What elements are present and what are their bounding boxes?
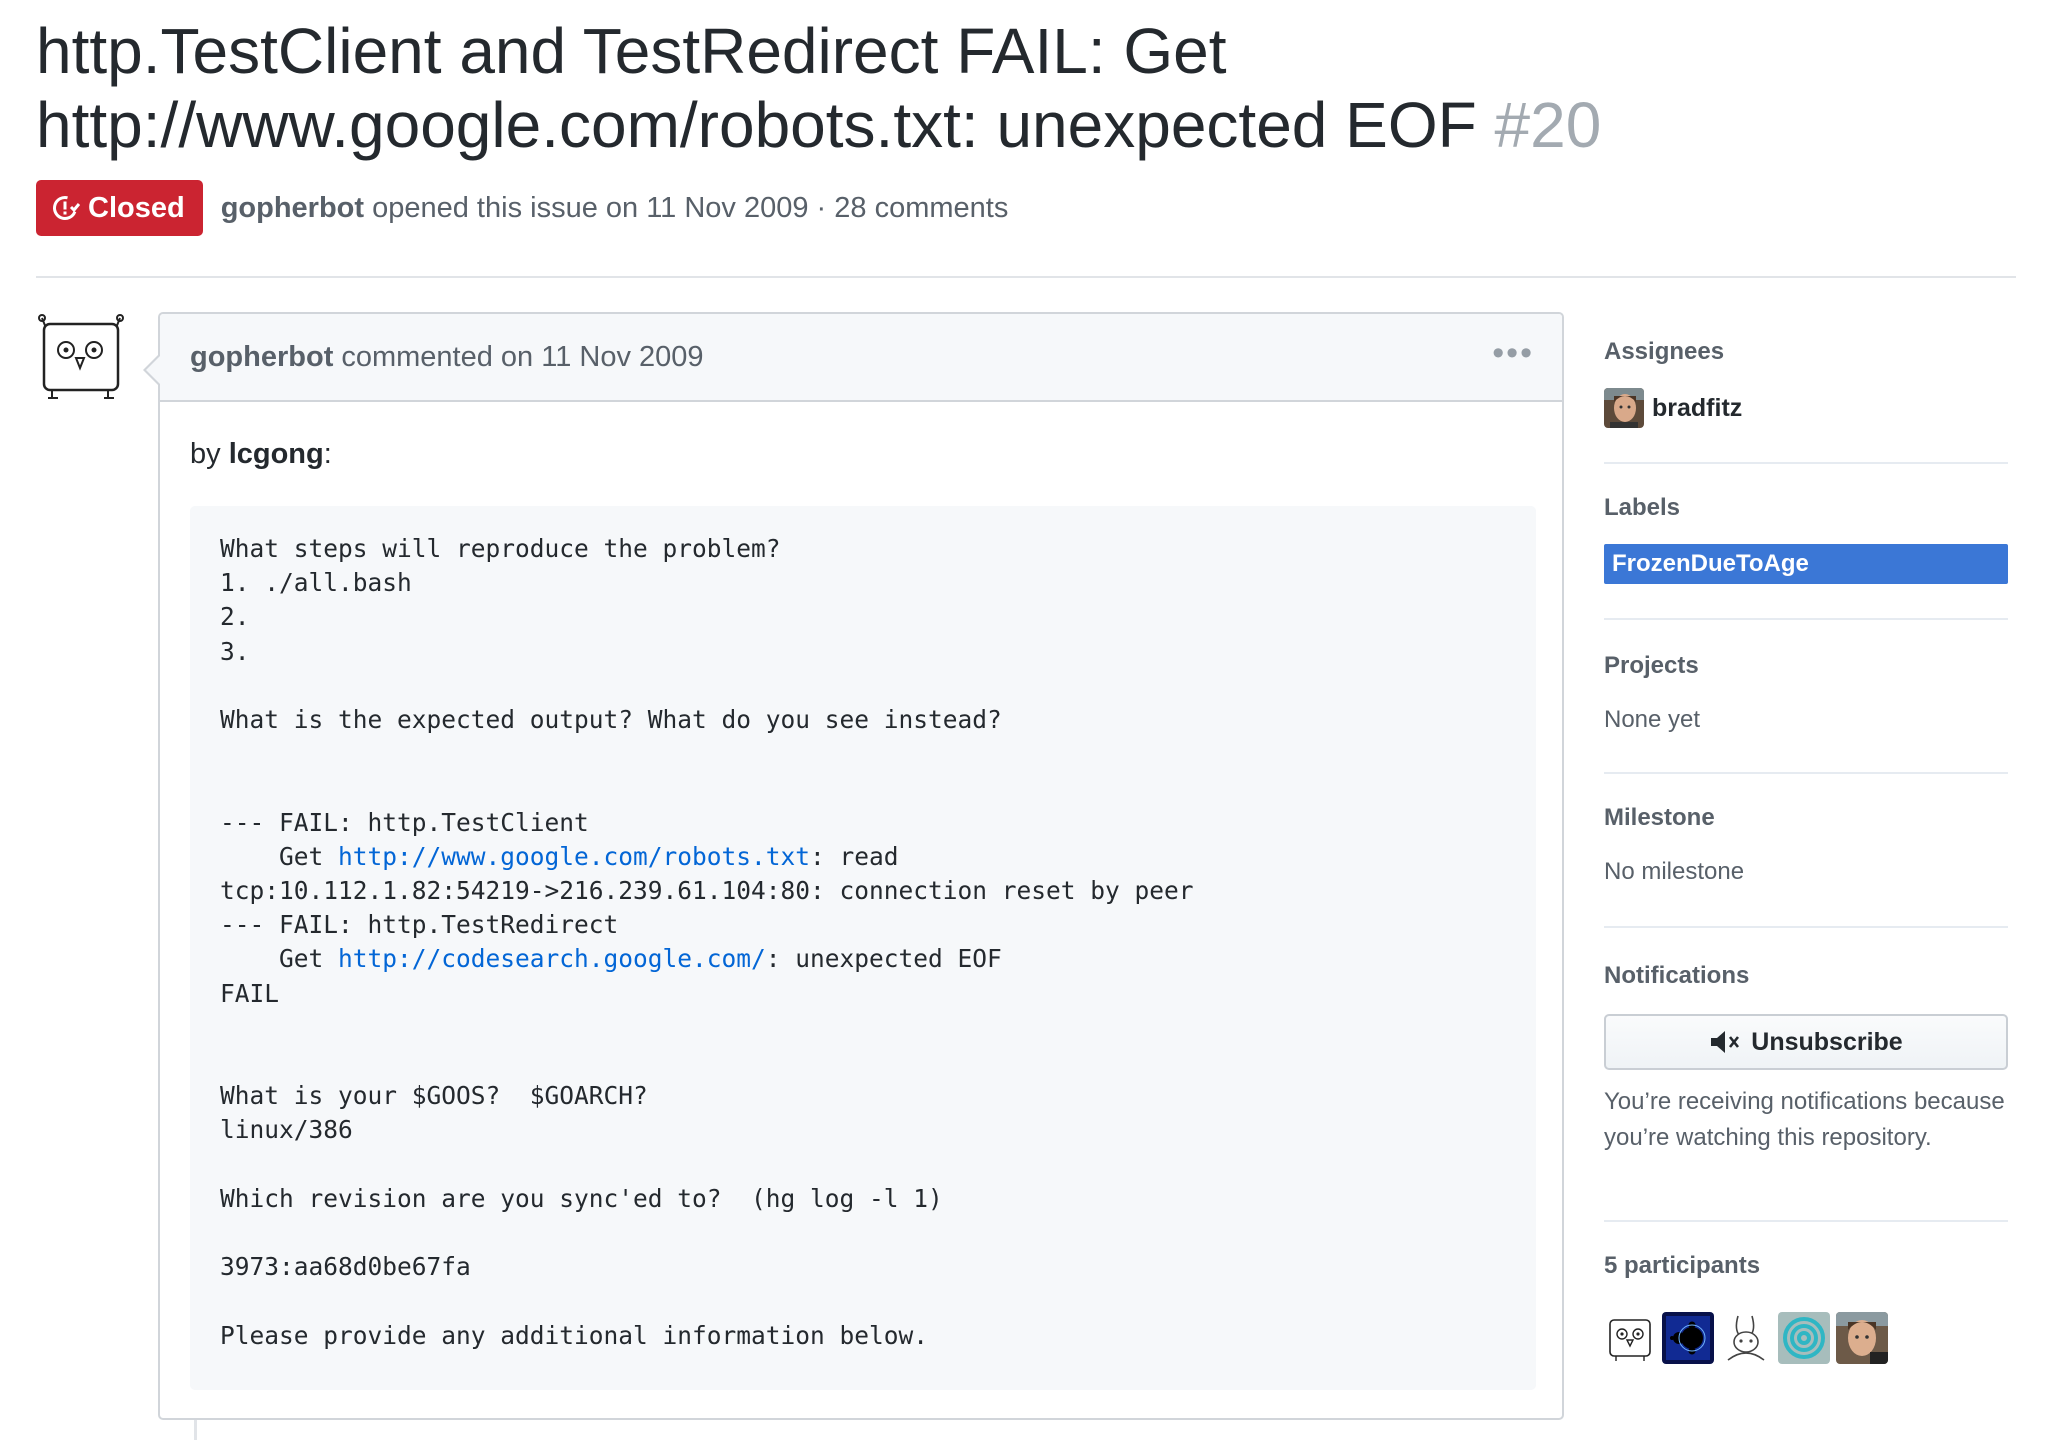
code-line: tcp:10.112.1.82:54219->216.239.61.104:80… — [220, 876, 1194, 906]
issue-opened-text: opened this issue on 11 Nov 2009 · 28 co… — [372, 191, 1009, 224]
code-line: 3. — [220, 636, 250, 666]
gopher-avatar[interactable] — [1604, 1312, 1656, 1364]
milestone-section: Milestone No milestone — [1604, 774, 2008, 928]
comment-header: gopherbot commented on 11 Nov 2009 ••• — [160, 314, 1562, 402]
codesearch-link[interactable]: http://codesearch.google.com/ — [338, 944, 766, 973]
issue-number: #20 — [1494, 89, 1602, 161]
code-line-prefix: Get — [220, 841, 339, 871]
spiral-avatar[interactable] — [1778, 1312, 1830, 1364]
notifications-section: Notifications Unsubscribe You’re receivi… — [1604, 928, 2008, 1222]
assignee-item[interactable]: bradfitz — [1604, 388, 1742, 428]
fractal-avatar[interactable] — [1662, 1312, 1714, 1364]
comment-meta: commented on 11 Nov 2009 — [341, 340, 704, 373]
participants-heading: 5 participants — [1604, 1252, 1761, 1279]
code-line: Please provide any additional informatio… — [220, 1320, 929, 1350]
header-divider — [36, 276, 2016, 278]
code-line: --- FAIL: http.TestRedirect — [220, 910, 619, 940]
assignees-heading[interactable]: Assignees — [1604, 338, 1724, 366]
timeline-line — [194, 1420, 197, 1440]
assignees-section: Assignees bradfitz — [1604, 312, 2008, 464]
projects-heading[interactable]: Projects — [1604, 652, 1699, 680]
man-avatar — [1604, 388, 1644, 428]
notification-reason: You’re receiving notifications because y… — [1604, 1088, 2005, 1151]
notifications-heading: Notifications — [1604, 962, 1750, 989]
code-line: linux/386 — [220, 1115, 353, 1145]
status-badge: Closed — [36, 180, 203, 236]
projects-value: None yet — [1604, 706, 1701, 733]
participants-avatars — [1604, 1312, 1888, 1364]
mute-icon — [1711, 1031, 1740, 1053]
byline-suffix: : — [323, 438, 332, 470]
issue-meta-text: gopherbot opened this issue on 11 Nov 20… — [221, 192, 1009, 225]
code-line: FAIL — [220, 978, 280, 1008]
kebab-horizontal-icon[interactable]: ••• — [1492, 334, 1534, 373]
participants-section: 5 participants — [1604, 1222, 2008, 1422]
status-badge-label: Closed — [88, 191, 185, 224]
milestone-heading[interactable]: Milestone — [1604, 804, 1715, 832]
unsubscribe-label: Unsubscribe — [1751, 1027, 1903, 1056]
labels-section: Labels FrozenDueToAge — [1604, 464, 2008, 620]
code-line-suffix: : read — [810, 841, 899, 871]
robots-txt-link[interactable]: http://www.google.com/robots.txt — [338, 842, 810, 871]
code-block: What steps will reproduce the problem? 1… — [190, 506, 1536, 1390]
code-line: 1. ./all.bash — [220, 568, 412, 598]
projects-section: Projects None yet — [1604, 620, 2008, 774]
issue-title: http.TestClient and TestRedirect FAIL: G… — [36, 14, 1756, 162]
milestone-value: No milestone — [1604, 858, 1745, 885]
sidebar: Assignees bradfitz Labels FrozenDueToAge… — [1604, 312, 2008, 1422]
code-line: --- FAIL: http.TestClient — [220, 807, 589, 837]
labels-heading[interactable]: Labels — [1604, 494, 1680, 522]
gopher-avatar[interactable] — [38, 312, 124, 402]
byline-prefix: by — [190, 438, 229, 470]
code-line: 2. — [220, 602, 250, 632]
issue-meta: Closed gopherbot opened this issue on 11… — [36, 180, 1008, 236]
issue-author-link[interactable]: gopherbot — [221, 192, 364, 224]
label-frozen-due-to-age[interactable]: FrozenDueToAge — [1604, 544, 2008, 584]
code-line: 3973:aa68d0be67fa — [220, 1252, 471, 1282]
unsubscribe-button[interactable]: Unsubscribe — [1604, 1014, 2008, 1070]
byline-author: lcgong — [228, 438, 324, 470]
man-avatar[interactable] — [1836, 1312, 1888, 1364]
issue-closed-icon — [53, 196, 80, 220]
assignee-name[interactable]: bradfitz — [1652, 394, 1742, 423]
rabbit-avatar[interactable] — [1720, 1312, 1772, 1364]
comment-byline: by lcgong: — [190, 438, 332, 471]
code-line: What is the expected output? What do you… — [220, 705, 1002, 735]
issue-title-text: http.TestClient and TestRedirect FAIL: G… — [36, 15, 1477, 161]
code-line-prefix: Get — [220, 944, 339, 974]
comment-box: gopherbot commented on 11 Nov 2009 ••• b… — [143, 312, 1564, 1420]
code-line: What steps will reproduce the problem? — [220, 534, 781, 563]
comment-author-link[interactable]: gopherbot — [190, 341, 333, 374]
code-line-suffix: : unexpected EOF — [765, 944, 1002, 974]
code-line: What is your $GOOS? $GOARCH? — [220, 1081, 648, 1111]
code-line: Which revision are you sync'ed to? (hg l… — [220, 1183, 943, 1213]
